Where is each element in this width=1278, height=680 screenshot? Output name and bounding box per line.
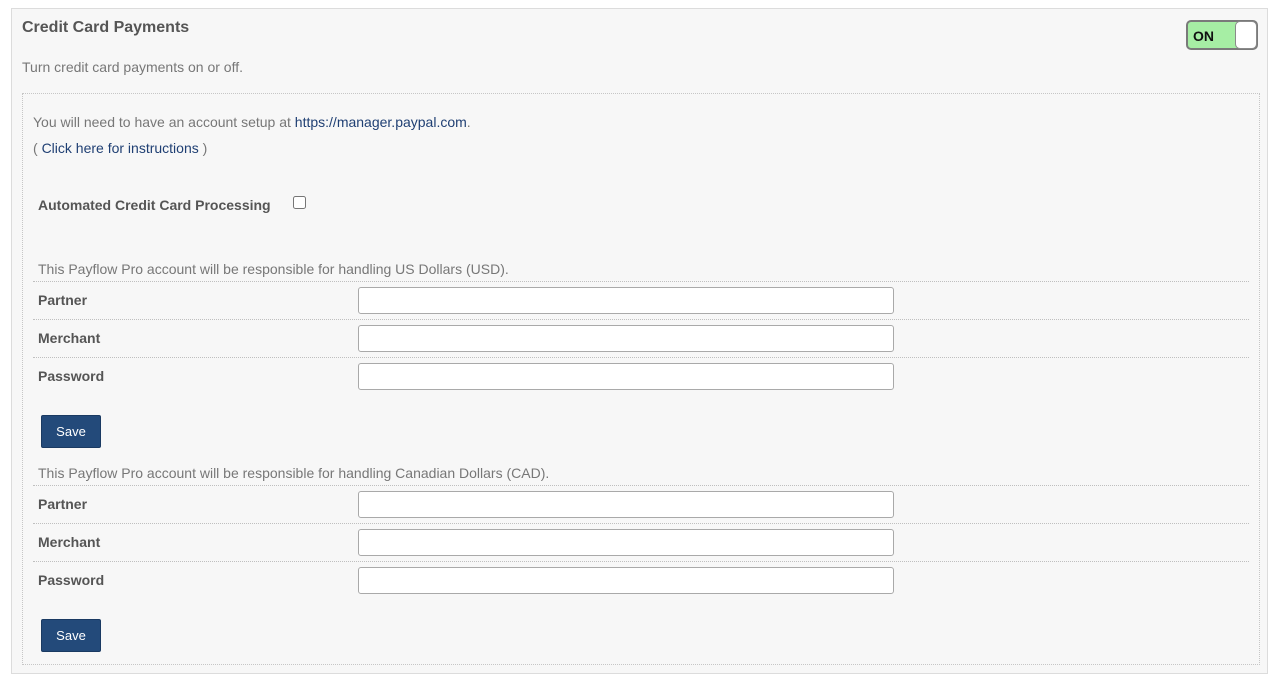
instructions-close: ) [202,140,208,156]
cad-password-label: Password [38,572,105,588]
usd-partner-input[interactable] [358,287,894,314]
cad-partner-row: Partner [33,485,1249,523]
setup-info: You will need to have an account setup a… [33,114,471,130]
cad-merchant-row: Merchant [33,523,1249,561]
instructions-open: ( [33,140,38,156]
cad-section: This Payflow Pro account will be respons… [33,465,1249,655]
panel-subtitle: Turn credit card payments on or off. [22,59,243,75]
cad-partner-label: Partner [38,496,88,512]
cad-description: This Payflow Pro account will be respons… [38,465,550,481]
toggle-label: ON [1193,28,1214,44]
cad-merchant-label: Merchant [38,534,101,550]
paypal-settings-box: You will need to have an account setup a… [22,93,1260,665]
instructions-line: ( Click here for instructions ) [33,140,207,156]
usd-merchant-row: Merchant [33,319,1249,357]
credit-card-payments-panel: Credit Card Payments Turn credit card pa… [11,8,1268,674]
usd-partner-label: Partner [38,292,88,308]
automated-processing-label: Automated Credit Card Processing [38,197,271,213]
usd-section: This Payflow Pro account will be respons… [33,261,1249,451]
toggle-knob[interactable] [1235,21,1257,49]
usd-password-row: Password [33,357,1249,395]
usd-partner-row: Partner [33,281,1249,319]
cad-password-row: Password [33,561,1249,599]
credit-card-toggle[interactable]: ON [1186,20,1258,50]
cad-partner-input[interactable] [358,491,894,518]
usd-password-label: Password [38,368,105,384]
usd-password-input[interactable] [358,363,894,390]
setup-info-prefix: You will need to have an account setup a… [33,114,291,130]
setup-info-suffix: . [466,114,471,130]
usd-merchant-input[interactable] [358,325,894,352]
automated-processing-checkbox[interactable] [293,196,306,209]
usd-save-button[interactable]: Save [41,415,101,448]
paypal-manager-link[interactable]: https://manager.paypal.com [295,114,467,130]
instructions-link[interactable]: Click here for instructions [42,140,199,156]
usd-description: This Payflow Pro account will be respons… [38,261,509,277]
cad-password-input[interactable] [358,567,894,594]
panel-title: Credit Card Payments [22,19,190,36]
usd-merchant-label: Merchant [38,330,101,346]
cad-merchant-input[interactable] [358,529,894,556]
cad-save-button[interactable]: Save [41,619,101,652]
